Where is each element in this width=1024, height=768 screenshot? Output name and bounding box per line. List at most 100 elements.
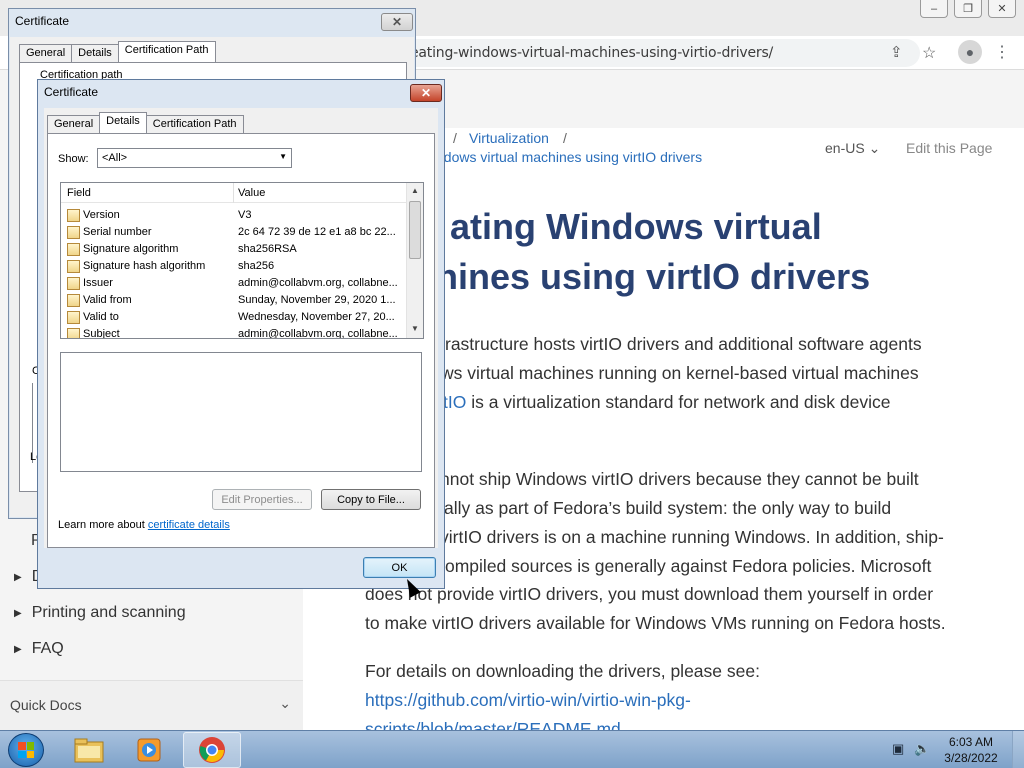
restore-button[interactable]: ❐: [954, 0, 982, 18]
field-name: Valid to: [83, 311, 119, 323]
text-line: does not provide virtIO drivers, you mus…: [365, 584, 934, 604]
field-value: sha256RSA: [238, 243, 297, 255]
close-dialog-button[interactable]: ✕: [381, 13, 413, 31]
quick-docs-selector[interactable]: Quick Docs ⌄: [0, 680, 303, 730]
certificate-field-icon: [67, 311, 80, 324]
breadcrumb-separator: /: [563, 130, 567, 146]
link-line: https://github.com/virtio-win/virtio-win…: [365, 690, 691, 710]
tab-general[interactable]: General: [47, 115, 101, 133]
taskbar: ▣ 🔈 6:03 AM 3/28/2022: [0, 730, 1024, 768]
field-name: Serial number: [83, 226, 152, 238]
tab-details[interactable]: Details: [71, 44, 119, 62]
breadcrumb-virtualization[interactable]: Virtualization: [469, 130, 549, 146]
table-row[interactable]: Serial number 2c 64 72 39 de 12 e1 a8 bc …: [61, 224, 407, 241]
nav-item-label: FAQ: [31, 640, 64, 657]
url-text[interactable]: eating-windows-virtual-machines-using-vi…: [410, 45, 773, 61]
field-list-scrollbar[interactable]: ▲ ▼: [406, 183, 423, 338]
windows-logo-icon: [18, 742, 34, 758]
menu-dots-icon[interactable]: ⋮: [994, 42, 1010, 62]
field-list[interactable]: Field Value Version V3 Serial number 2c 64…: [60, 182, 424, 339]
table-row[interactable]: Subject admin@collabvm.org, collabne...: [61, 326, 407, 339]
field-name: Subject: [83, 328, 120, 339]
edit-properties-button[interactable]: Edit Properties...: [212, 489, 312, 510]
page-title-line2: hines using virtIO drivers: [436, 256, 871, 297]
text-line: ally as part of Fedora’s build system: t…: [444, 498, 892, 518]
show-desktop-button[interactable]: [1012, 731, 1024, 768]
virtio-link[interactable]: tIO: [443, 392, 466, 412]
field-name: Version: [83, 209, 120, 221]
volume-icon[interactable]: 🔈: [914, 741, 930, 757]
column-header-field[interactable]: Field: [67, 187, 91, 199]
network-icon[interactable]: ▣: [892, 741, 904, 757]
tab-panel: Show: <All> ▼ Field Value Version V3 Seri…: [47, 133, 435, 548]
field-name: Valid from: [83, 294, 132, 306]
table-row[interactable]: Valid from Sunday, November 29, 2020 1...: [61, 292, 407, 309]
certificate-field-icon: [67, 260, 80, 273]
show-label: Show:: [58, 153, 89, 165]
copy-to-file-button[interactable]: Copy to File...: [321, 489, 421, 510]
scroll-thumb[interactable]: [409, 201, 421, 259]
tab-general[interactable]: General: [19, 44, 73, 62]
table-row[interactable]: Issuer admin@collabvm.org, collabne...: [61, 275, 407, 292]
table-row[interactable]: Signature hash algorithm sha256: [61, 258, 407, 275]
breadcrumb-current[interactable]: ndows virtual machines using virtIO driv…: [436, 149, 702, 165]
start-button[interactable]: [8, 733, 44, 767]
dialog-title: Certificate: [44, 85, 99, 99]
field-name: Signature hash algorithm: [83, 260, 206, 272]
close-window-button[interactable]: ✕: [988, 0, 1016, 18]
chevron-down-icon: ⌄: [868, 140, 881, 156]
ok-button[interactable]: OK: [363, 557, 436, 578]
breadcrumb-separator: /: [453, 130, 457, 146]
tab-certification-path[interactable]: Certification Path: [145, 115, 244, 133]
profile-avatar-icon[interactable]: ●: [958, 40, 982, 64]
expand-triangle-icon: ▶: [14, 607, 22, 619]
tab-strip: General Details Certification Path: [19, 41, 216, 62]
column-divider[interactable]: [233, 183, 234, 203]
column-header-value[interactable]: Value: [238, 187, 265, 199]
tab-details[interactable]: Details: [99, 112, 147, 133]
chrome-icon: [199, 737, 225, 763]
chrome-button[interactable]: [183, 732, 241, 768]
table-row[interactable]: Valid to Wednesday, November 27, 20...: [61, 309, 407, 326]
clock[interactable]: 6:03 AM 3/28/2022: [940, 734, 1002, 766]
address-bar[interactable]: eating-windows-virtual-machines-using-vi…: [380, 39, 920, 67]
page-title-line1: ating Windows virtual: [450, 206, 822, 247]
paragraph-shipping-cont: does not provide virtIO drivers, you mus…: [365, 580, 1005, 638]
paragraph-intro: rastructure hosts virtIO drivers and add…: [441, 330, 1024, 417]
table-row[interactable]: Version V3: [61, 207, 407, 224]
field-value: V3: [238, 209, 252, 221]
show-dropdown[interactable]: <All> ▼: [97, 148, 292, 168]
table-row[interactable]: Signature algorithm sha256RSA: [61, 241, 407, 258]
certificate-field-icon: [67, 277, 80, 290]
tab-strip: General Details Certification Path: [47, 112, 244, 133]
nav-item-printing[interactable]: ▶ Printing and scanning: [14, 604, 186, 622]
close-dialog-button[interactable]: ✕: [410, 84, 442, 102]
text-line: rastructure hosts virtIO drivers and add…: [445, 334, 922, 354]
nav-item-label: Printing and scanning: [31, 604, 186, 621]
window-controls: – ❐ ✕: [914, 0, 1016, 18]
scroll-down-icon[interactable]: ▼: [411, 324, 419, 333]
share-icon[interactable]: ⇪: [890, 43, 903, 61]
text-line: ws virtual machines running on kernel-ba…: [441, 363, 919, 383]
language-label: en-US: [825, 140, 865, 156]
language-selector[interactable]: en-US ⌄: [825, 140, 880, 157]
folder-icon: [74, 738, 104, 763]
field-detail-box[interactable]: [60, 352, 422, 472]
file-explorer-button[interactable]: [60, 732, 118, 768]
bookmark-star-icon[interactable]: ☆: [922, 43, 936, 63]
tab-certification-path[interactable]: Certification Path: [117, 41, 216, 62]
scroll-up-icon[interactable]: ▲: [411, 186, 419, 195]
certificate-field-icon: [67, 294, 80, 307]
edit-page-link[interactable]: Edit this Page: [906, 140, 992, 156]
expand-triangle-icon: ▶: [14, 571, 22, 583]
nav-item-faq[interactable]: ▶ FAQ: [14, 640, 64, 658]
media-player-icon: [137, 738, 161, 762]
field-value: Sunday, November 29, 2020 1...: [238, 294, 396, 306]
certificate-details-link[interactable]: certificate details: [148, 519, 230, 531]
show-value: <All>: [102, 152, 128, 164]
expand-triangle-icon: ▶: [14, 643, 22, 655]
minimize-button[interactable]: –: [920, 0, 948, 18]
media-player-button[interactable]: [121, 732, 179, 768]
field-value: sha256: [238, 260, 275, 272]
field-value: admin@collabvm.org, collabne...: [238, 328, 398, 339]
